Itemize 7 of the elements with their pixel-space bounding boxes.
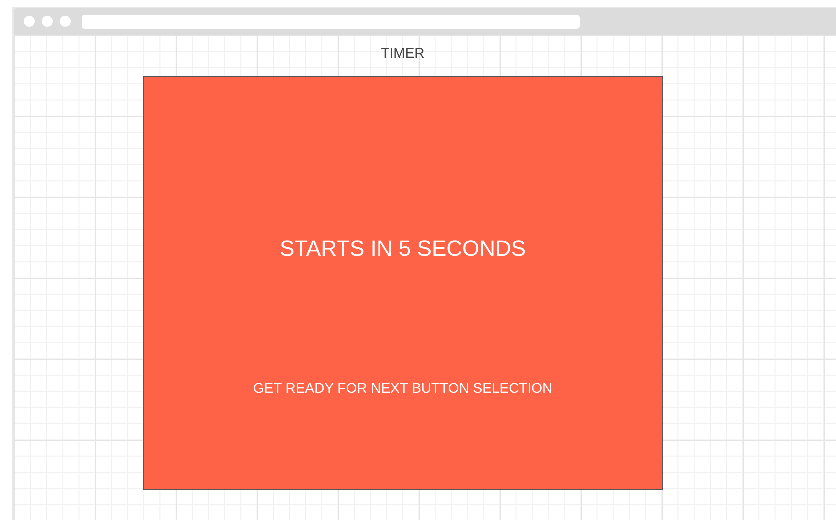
address-bar[interactable] xyxy=(82,14,580,28)
page-title: TIMER xyxy=(381,45,425,62)
window-control-icon[interactable] xyxy=(24,16,35,27)
countdown-text: STARTS IN 5 SECONDS xyxy=(280,236,526,262)
message-text: GET READY FOR NEXT BUTTON SELECTION xyxy=(253,380,553,396)
window-control-icon[interactable] xyxy=(60,16,71,27)
window-control-icon[interactable] xyxy=(42,16,53,27)
